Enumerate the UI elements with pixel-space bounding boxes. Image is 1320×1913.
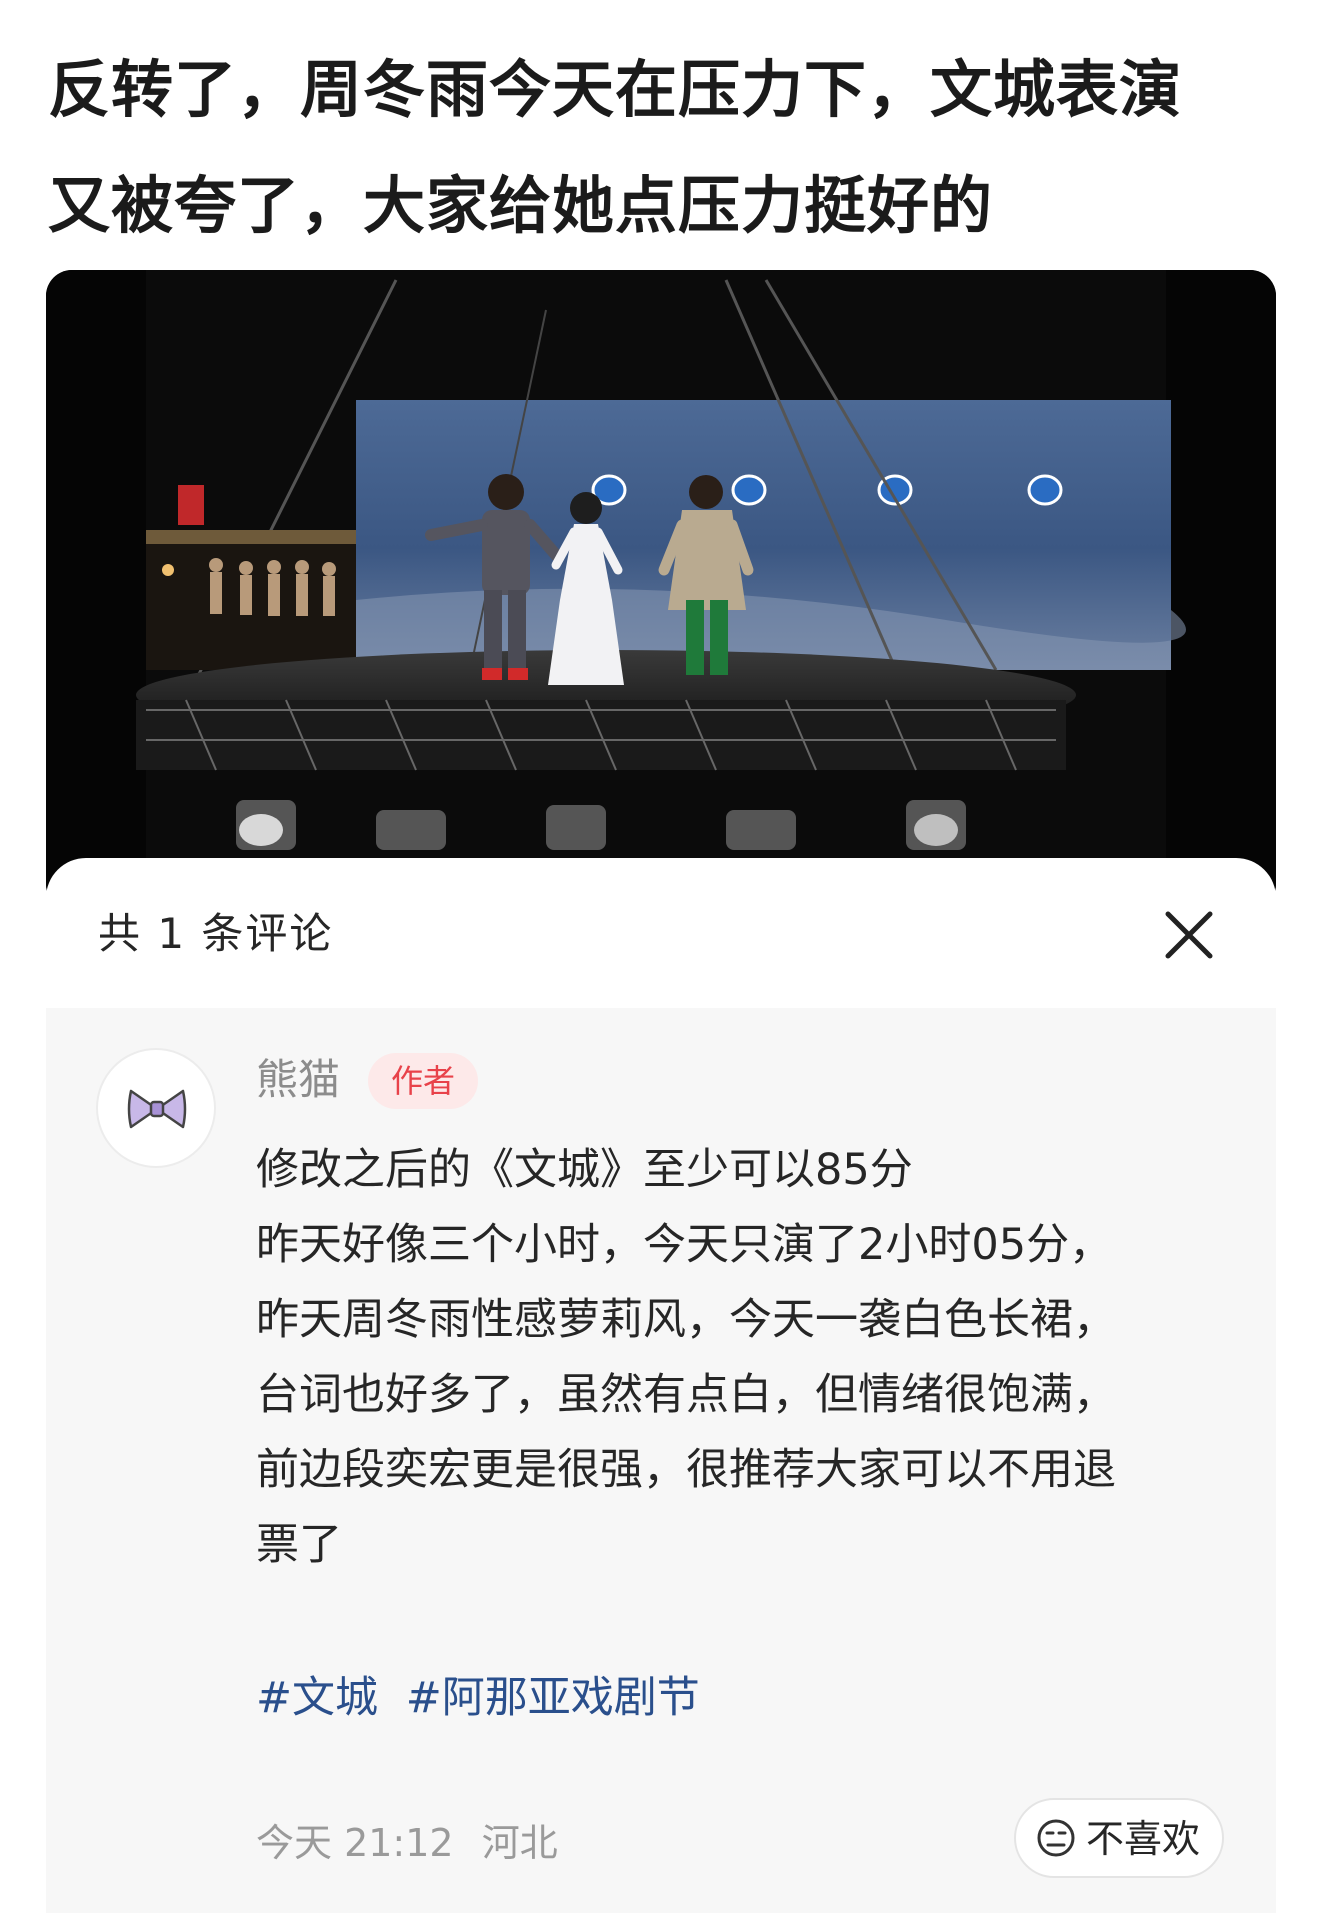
comment-line: 修改之后的《文城》至少可以85分: [256, 1145, 913, 1195]
post-title-line-1: 反转了，周冬雨今天在压力下，文城表演: [48, 53, 1183, 126]
comment-line: 昨天好像三个小时，今天只演了2小时05分，: [256, 1220, 1113, 1270]
close-icon[interactable]: [1154, 900, 1224, 970]
comment-text: 修改之后的《文城》至少可以85分 昨天好像三个小时，今天只演了2小时05分， 昨…: [256, 1133, 1256, 1583]
comment-meta: 今天 21:12 河北: [256, 1818, 574, 1868]
comments-sheet: 共 1 条评论 熊猫 作者 修改之后的《文城》至少可以85分 昨天好像三个小时，…: [46, 858, 1276, 1913]
comment-time: 今天 21:12: [256, 1821, 454, 1865]
bow-icon: [127, 1089, 187, 1129]
comment-username[interactable]: 熊猫: [256, 1050, 340, 1110]
stage-photo-image: [46, 270, 1276, 910]
comment-line: 昨天周冬雨性感萝莉风，今天一袭白色长裙，: [256, 1295, 1116, 1345]
post-title: 反转了，周冬雨今天在压力下，文城表演 又被夸了，大家给她点压力挺好的: [48, 32, 1248, 264]
comment-count-title: 共 1 条评论: [98, 909, 334, 958]
hashtag-list: #文城 #阿那亚戏剧节: [256, 1668, 714, 1728]
dislike-label: 不喜欢: [1086, 1817, 1201, 1861]
close-button[interactable]: [1154, 900, 1224, 970]
hashtag-link[interactable]: #文城: [256, 1673, 378, 1723]
comments-header: 共 1 条评论: [46, 858, 1276, 1008]
hashtag-link[interactable]: #阿那亚戏剧节: [406, 1673, 700, 1723]
avatar[interactable]: [96, 1048, 216, 1168]
comment-line: 票了: [256, 1520, 342, 1570]
stage-photo[interactable]: [46, 270, 1276, 910]
author-badge: 作者: [368, 1053, 478, 1109]
comment-item: 熊猫 作者 修改之后的《文城》至少可以85分 昨天好像三个小时，今天只演了2小时…: [46, 1008, 1276, 1913]
post-title-line-2: 又被夸了，大家给她点压力挺好的: [48, 169, 994, 242]
comment-line: 台词也好多了，虽然有点白，但情绪很饱满，: [256, 1370, 1116, 1420]
dislike-button[interactable]: 不喜欢: [1014, 1798, 1224, 1878]
comment-line: 前边段奕宏更是很强，很推荐大家可以不用退: [256, 1445, 1116, 1495]
neutral-face-icon: [1037, 1819, 1075, 1857]
comment-location: 河北: [481, 1821, 558, 1865]
